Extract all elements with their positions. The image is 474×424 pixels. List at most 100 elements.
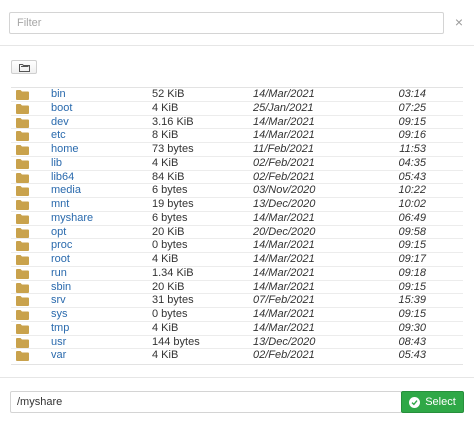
file-row[interactable]: usr 144 bytes 13/Dec/2020 08:43 bbox=[11, 336, 463, 350]
file-date: 11/Feb/2021 bbox=[253, 143, 314, 155]
file-date: 13/Dec/2020 bbox=[253, 335, 316, 348]
file-name[interactable]: sbin bbox=[51, 281, 71, 294]
file-date: 25/Jan/2021 bbox=[253, 101, 314, 114]
file-date: 14/Mar/2021 bbox=[253, 115, 315, 128]
file-size: 4 KiB bbox=[152, 349, 179, 362]
folder-icon bbox=[16, 282, 29, 293]
file-time: 10:22 bbox=[398, 184, 426, 197]
clear-filter-button[interactable]: × bbox=[451, 13, 467, 31]
file-name[interactable]: root bbox=[51, 253, 70, 266]
file-row[interactable]: sys 0 bytes 14/Mar/2021 09:15 bbox=[11, 308, 463, 322]
file-date: 14/Mar/2021 bbox=[253, 88, 315, 100]
file-size: 0 bytes bbox=[152, 308, 188, 320]
file-size: 4 KiB bbox=[152, 321, 179, 334]
file-date: 14/Mar/2021 bbox=[253, 266, 315, 279]
file-name[interactable]: lib64 bbox=[51, 171, 74, 184]
select-button[interactable]: Select bbox=[401, 391, 464, 413]
file-size: 4 KiB bbox=[152, 156, 179, 169]
new-folder-button[interactable] bbox=[11, 60, 37, 74]
file-size: 0 bytes bbox=[152, 239, 188, 252]
file-row[interactable]: mnt 19 bytes 13/Dec/2020 10:02 bbox=[11, 198, 463, 212]
file-size: 52 KiB bbox=[152, 88, 185, 100]
file-name[interactable]: usr bbox=[51, 336, 66, 349]
file-time: 10:02 bbox=[398, 198, 426, 210]
file-name[interactable]: sys bbox=[51, 308, 68, 321]
file-row[interactable]: root 4 KiB 14/Mar/2021 09:17 bbox=[11, 253, 463, 267]
file-name[interactable]: dev bbox=[51, 116, 69, 129]
file-size: 31 bytes bbox=[152, 294, 194, 307]
file-list: bin 52 KiB 14/Mar/2021 03:14 boot 4 KiB 25/Jan… bbox=[11, 87, 463, 365]
file-time: 08:43 bbox=[398, 335, 426, 348]
file-name[interactable]: bin bbox=[51, 88, 66, 101]
file-time: 15:39 bbox=[398, 294, 426, 307]
file-row[interactable]: bin 52 KiB 14/Mar/2021 03:14 bbox=[11, 88, 463, 102]
file-date: 14/Mar/2021 bbox=[253, 239, 315, 252]
file-time: 05:43 bbox=[398, 349, 426, 362]
file-row[interactable]: media 6 bytes 03/Nov/2020 10:22 bbox=[11, 184, 463, 198]
file-name[interactable]: lib bbox=[51, 157, 62, 170]
folder-icon bbox=[16, 200, 29, 210]
file-date: 07/Feb/2021 bbox=[253, 294, 315, 307]
file-name[interactable]: tmp bbox=[51, 322, 69, 335]
file-date: 14/Mar/2021 bbox=[253, 321, 315, 334]
file-time: 04:35 bbox=[398, 156, 426, 169]
file-time: 07:25 bbox=[398, 101, 426, 114]
file-date: 13/Dec/2020 bbox=[253, 198, 316, 210]
folder-icon bbox=[16, 241, 29, 252]
check-circle-icon bbox=[409, 396, 421, 408]
file-name[interactable]: opt bbox=[51, 226, 66, 239]
file-name[interactable]: myshare bbox=[51, 212, 93, 225]
file-date: 14/Mar/2021 bbox=[253, 280, 315, 293]
path-input[interactable] bbox=[10, 391, 402, 413]
file-row[interactable]: dev 3.16 KiB 14/Mar/2021 09:15 bbox=[11, 116, 463, 130]
file-time: 09:15 bbox=[398, 239, 426, 252]
file-name[interactable]: media bbox=[51, 184, 81, 197]
file-date: 02/Feb/2021 bbox=[253, 170, 315, 183]
file-date: 03/Nov/2020 bbox=[253, 184, 316, 197]
file-row[interactable]: lib64 84 KiB 02/Feb/2021 05:43 bbox=[11, 171, 463, 185]
file-time: 05:43 bbox=[398, 170, 426, 183]
folder-icon bbox=[16, 310, 29, 320]
file-date: 14/Mar/2021 bbox=[253, 308, 315, 320]
file-row[interactable]: myshare 6 bytes 14/Mar/2021 06:49 bbox=[11, 212, 463, 226]
file-size: 20 KiB bbox=[152, 225, 185, 238]
file-name[interactable]: mnt bbox=[51, 198, 69, 211]
file-name[interactable]: run bbox=[51, 267, 67, 280]
file-size: 19 bytes bbox=[152, 198, 194, 210]
file-date: 14/Mar/2021 bbox=[253, 129, 315, 142]
file-row[interactable]: proc 0 bytes 14/Mar/2021 09:15 bbox=[11, 239, 463, 253]
folder-icon bbox=[16, 213, 29, 224]
file-name[interactable]: var bbox=[51, 349, 66, 362]
file-name[interactable]: etc bbox=[51, 129, 66, 142]
file-row[interactable]: srv 31 bytes 07/Feb/2021 15:39 bbox=[11, 294, 463, 308]
file-size: 144 bytes bbox=[152, 335, 200, 348]
file-name[interactable]: home bbox=[51, 143, 79, 156]
file-row[interactable]: var 4 KiB 02/Feb/2021 05:43 bbox=[11, 349, 463, 363]
divider bbox=[0, 45, 474, 46]
file-size: 3.16 KiB bbox=[152, 115, 194, 128]
folder-icon bbox=[16, 158, 29, 169]
file-row[interactable]: lib 4 KiB 02/Feb/2021 04:35 bbox=[11, 157, 463, 171]
file-name[interactable]: srv bbox=[51, 294, 66, 307]
file-row[interactable]: opt 20 KiB 20/Dec/2020 09:58 bbox=[11, 226, 463, 240]
folder-icon bbox=[16, 323, 29, 334]
folder-icon bbox=[16, 337, 29, 348]
file-name[interactable]: boot bbox=[51, 102, 72, 115]
new-folder-icon bbox=[19, 64, 30, 72]
file-size: 8 KiB bbox=[152, 129, 179, 142]
file-row[interactable]: etc 8 KiB 14/Mar/2021 09:16 bbox=[11, 129, 463, 143]
file-row[interactable]: boot 4 KiB 25/Jan/2021 07:25 bbox=[11, 102, 463, 116]
folder-icon bbox=[16, 186, 29, 197]
file-time: 09:15 bbox=[398, 280, 426, 293]
file-row[interactable]: home 73 bytes 11/Feb/2021 11:53 bbox=[11, 143, 463, 157]
file-date: 02/Feb/2021 bbox=[253, 349, 315, 362]
file-row[interactable]: run 1.34 KiB 14/Mar/2021 09:18 bbox=[11, 267, 463, 281]
filter-input[interactable] bbox=[9, 12, 444, 34]
folder-icon bbox=[16, 90, 29, 100]
file-row[interactable]: sbin 20 KiB 14/Mar/2021 09:15 bbox=[11, 281, 463, 295]
file-size: 4 KiB bbox=[152, 101, 179, 114]
file-row[interactable]: tmp 4 KiB 14/Mar/2021 09:30 bbox=[11, 322, 463, 336]
file-time: 11:53 bbox=[399, 143, 426, 155]
folder-icon bbox=[16, 131, 29, 142]
file-name[interactable]: proc bbox=[51, 239, 72, 252]
